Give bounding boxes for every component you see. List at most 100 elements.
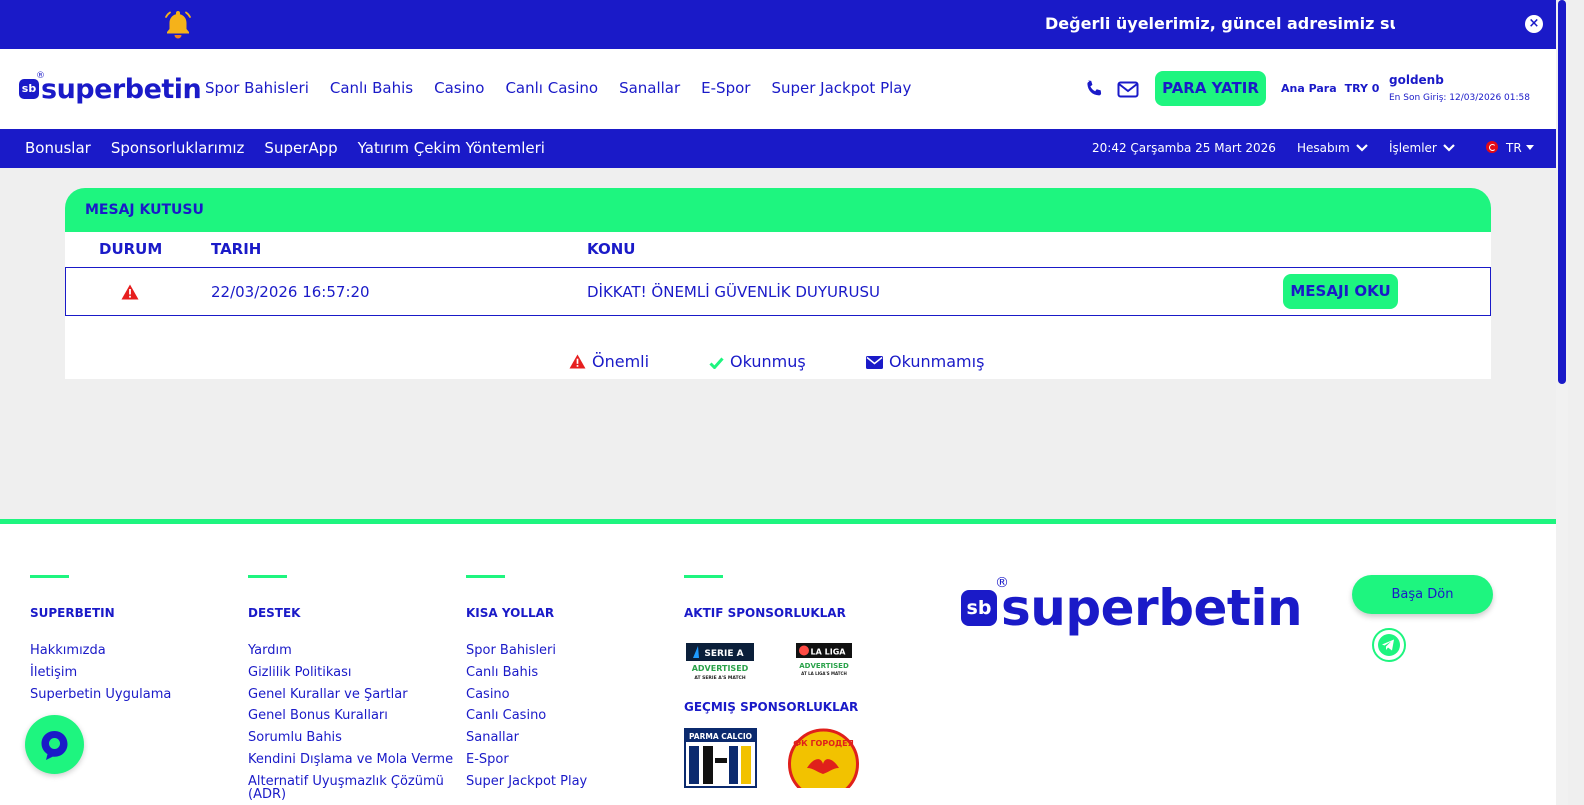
bell-icon[interactable] bbox=[162, 8, 194, 40]
announcement-banner: Değerli üyelerimiz, güncel adresimiz sup… bbox=[0, 0, 1556, 49]
footer-heading-past-sponsors: GEÇMIŞ SPONSORLUKLAR bbox=[684, 700, 859, 714]
footer-link-adr-suffix[interactable]: (ADR) bbox=[248, 788, 453, 801]
nav-sanallar[interactable]: Sanallar bbox=[619, 79, 680, 97]
scrollbar-thumb[interactable] bbox=[1558, 0, 1566, 384]
footer-link-yardim[interactable]: Yardım bbox=[248, 640, 453, 662]
subnav-superapp[interactable]: SuperApp bbox=[264, 139, 337, 157]
live-chat-button[interactable] bbox=[25, 715, 84, 774]
last-login-text: En Son Giriş: 12/03/2026 01:58 bbox=[1389, 93, 1530, 103]
message-subject[interactable]: DİKKAT! ÖNEMLİ GÜVENLİK DUYURUSU bbox=[587, 283, 880, 301]
column-header-date: TARIH bbox=[211, 240, 262, 258]
account-dropdown[interactable]: Hesabım bbox=[1297, 141, 1368, 155]
phone-icon[interactable] bbox=[1084, 79, 1104, 99]
language-label: TR bbox=[1506, 141, 1522, 155]
inbox-header: MESAJ KUTUSU bbox=[65, 188, 1491, 232]
nav-spor-bahisleri[interactable]: Spor Bahisleri bbox=[205, 79, 309, 97]
footer-logo-mark: sb bbox=[961, 590, 997, 626]
banner-close-button[interactable]: × bbox=[1525, 15, 1543, 33]
nav-canli-bahis[interactable]: Canlı Bahis bbox=[330, 79, 413, 97]
chevron-down-icon bbox=[1355, 144, 1368, 152]
site-logo[interactable]: sb superbetin ® bbox=[19, 69, 202, 109]
warning-icon bbox=[569, 354, 586, 369]
nav-casino[interactable]: Casino bbox=[434, 79, 484, 97]
legend-unread: Okunmamış bbox=[866, 352, 984, 371]
envelope-icon bbox=[866, 356, 883, 369]
back-to-top-button[interactable]: Başa Dön bbox=[1352, 575, 1493, 614]
footer-column-destek: DESTEK Yardım Gizlilik Politikası Genel … bbox=[248, 575, 453, 801]
page-scrollbar[interactable] bbox=[1556, 0, 1568, 805]
la-liga-badge-advertised: ADVERTISED bbox=[799, 662, 849, 670]
inbox-table: DURUM TARIH KONU 22/03/2026 16:57:20 DİK… bbox=[65, 232, 1491, 379]
footer-heading: SUPERBETIN bbox=[30, 606, 115, 620]
legend-important: Önemli bbox=[569, 352, 649, 371]
footer-link-genel-kurallar[interactable]: Genel Kurallar ve Şartlar bbox=[248, 684, 453, 706]
serie-a-badge-advertised: ADVERTISED bbox=[692, 664, 749, 673]
legend-read: Okunmuş bbox=[709, 352, 806, 371]
legend-important-label: Önemli bbox=[592, 352, 650, 371]
footer-link-sorumlu-bahis[interactable]: Sorumlu Bahis bbox=[248, 727, 453, 749]
nav-canli-casino[interactable]: Canlı Casino bbox=[505, 79, 598, 97]
footer-link-e-spor[interactable]: E-Spor bbox=[466, 749, 587, 771]
subnav-yatirim-cekim[interactable]: Yatırım Çekim Yöntemleri bbox=[358, 139, 545, 157]
nav-super-jackpot[interactable]: Super Jackpot Play bbox=[771, 79, 911, 97]
footer-link-spor-bahisleri[interactable]: Spor Bahisleri bbox=[466, 640, 587, 662]
turkey-flag-icon bbox=[1486, 141, 1498, 153]
read-message-button[interactable]: MESAJI OKU bbox=[1283, 274, 1398, 309]
footer-link-adr[interactable]: Alternatif Uyuşmazlık Çözümü bbox=[248, 775, 453, 788]
footer-link-kendini-dislama[interactable]: Kendini Dışlama ve Mola Verme bbox=[248, 749, 453, 771]
serie-a-badge[interactable]: SERIE A ADVERTISED AT SERIE A'S MATCH bbox=[684, 642, 756, 682]
footer-link-canli-bahis[interactable]: Canlı Bahis bbox=[466, 662, 587, 684]
footer-link-sanallar[interactable]: Sanallar bbox=[466, 727, 587, 749]
footer-link-canli-casino[interactable]: Canlı Casino bbox=[466, 705, 587, 727]
language-selector[interactable]: TR bbox=[1486, 141, 1534, 155]
column-header-status: DURUM bbox=[99, 240, 163, 258]
transactions-dropdown[interactable]: İşlemler bbox=[1389, 141, 1455, 155]
footer-accent-bar bbox=[248, 575, 287, 578]
legend-read-label: Okunmuş bbox=[730, 352, 806, 371]
footer-link-super-jackpot[interactable]: Super Jackpot Play bbox=[466, 771, 587, 793]
footer-logo[interactable]: sb superbetin ® bbox=[961, 575, 1303, 637]
mail-icon[interactable] bbox=[1117, 81, 1139, 98]
subnav-bonuslar[interactable]: Bonuslar bbox=[25, 139, 91, 157]
footer-accent-bar bbox=[466, 575, 505, 578]
footer-link-iletisim[interactable]: İletişim bbox=[30, 662, 171, 684]
banner-marquee-text: Değerli üyelerimiz, güncel adresimiz sup… bbox=[1045, 14, 1395, 33]
message-date: 22/03/2026 16:57:20 bbox=[211, 283, 370, 301]
active-sponsor-logos: SERIE A ADVERTISED AT SERIE A'S MATCH LA… bbox=[684, 642, 898, 682]
warning-icon bbox=[121, 284, 139, 300]
la-liga-badge[interactable]: LA LIGA ADVERTISED AT LA LIGA'S MATCH bbox=[794, 642, 854, 682]
parma-calcio-badge-name: PARMA CALCIO bbox=[689, 732, 752, 741]
telegram-icon[interactable] bbox=[1371, 627, 1407, 663]
subnav-sponsorluklar[interactable]: Sponsorluklarımız bbox=[111, 139, 245, 157]
fc-gorodeya-badge[interactable]: ФК ГОРОДЕЯ bbox=[787, 728, 860, 788]
footer-link-hakkimizda[interactable]: Hakkımızda bbox=[30, 640, 171, 662]
logo-registered: ® bbox=[36, 71, 45, 81]
balance-display[interactable]: Ana Para TRY 0 bbox=[1281, 82, 1379, 95]
balance-value: TRY 0 bbox=[1344, 82, 1380, 95]
deposit-button[interactable]: PARA YATIR bbox=[1155, 71, 1266, 106]
balance-label: Ana Para bbox=[1281, 82, 1337, 95]
fc-gorodeya-badge-name: ФК ГОРОДЕЯ bbox=[793, 739, 854, 748]
current-datetime: 20:42 Çarşamba 25 Mart 2026 bbox=[1092, 141, 1276, 155]
table-row[interactable]: 22/03/2026 16:57:20 DİKKAT! ÖNEMLİ GÜVEN… bbox=[65, 267, 1491, 316]
main-nav: Spor Bahisleri Canlı Bahis Casino Canlı … bbox=[205, 79, 932, 97]
account-dropdown-label: Hesabım bbox=[1297, 141, 1350, 155]
logo-wordmark: superbetin bbox=[41, 73, 202, 105]
legend-unread-label: Okunmamış bbox=[889, 352, 985, 371]
footer-link-bonus-kurallari[interactable]: Genel Bonus Kuralları bbox=[248, 705, 453, 727]
secondary-nav: Bonuslar Sponsorluklarımız SuperApp Yatı… bbox=[0, 129, 1556, 168]
footer-column-sponsors: AKTIF SPONSORLUKLAR SERIE A ADVERTISED A… bbox=[684, 575, 898, 788]
footer-link-casino[interactable]: Casino bbox=[466, 684, 587, 706]
footer-link-gizlilik[interactable]: Gizlilik Politikası bbox=[248, 662, 453, 684]
footer-accent-bar bbox=[684, 575, 723, 578]
site-footer: SUPERBETIN Hakkımızda İletişim Superbeti… bbox=[0, 519, 1556, 805]
nav-e-spor[interactable]: E-Spor bbox=[701, 79, 750, 97]
footer-link-uygulama[interactable]: Superbetin Uygulama bbox=[30, 684, 171, 706]
footer-logo-wordmark: superbetin bbox=[1001, 579, 1303, 637]
parma-calcio-badge[interactable]: PARMA CALCIO bbox=[684, 728, 757, 788]
logo-mark: sb bbox=[19, 79, 39, 99]
inbox-title: MESAJ KUTUSU bbox=[85, 202, 204, 218]
past-sponsor-logos: PARMA CALCIO ФК ГОРОДЕЯ bbox=[684, 728, 898, 788]
footer-column-superbetin: SUPERBETIN Hakkımızda İletişim Superbeti… bbox=[30, 575, 171, 705]
username[interactable]: goldenb bbox=[1389, 73, 1444, 87]
